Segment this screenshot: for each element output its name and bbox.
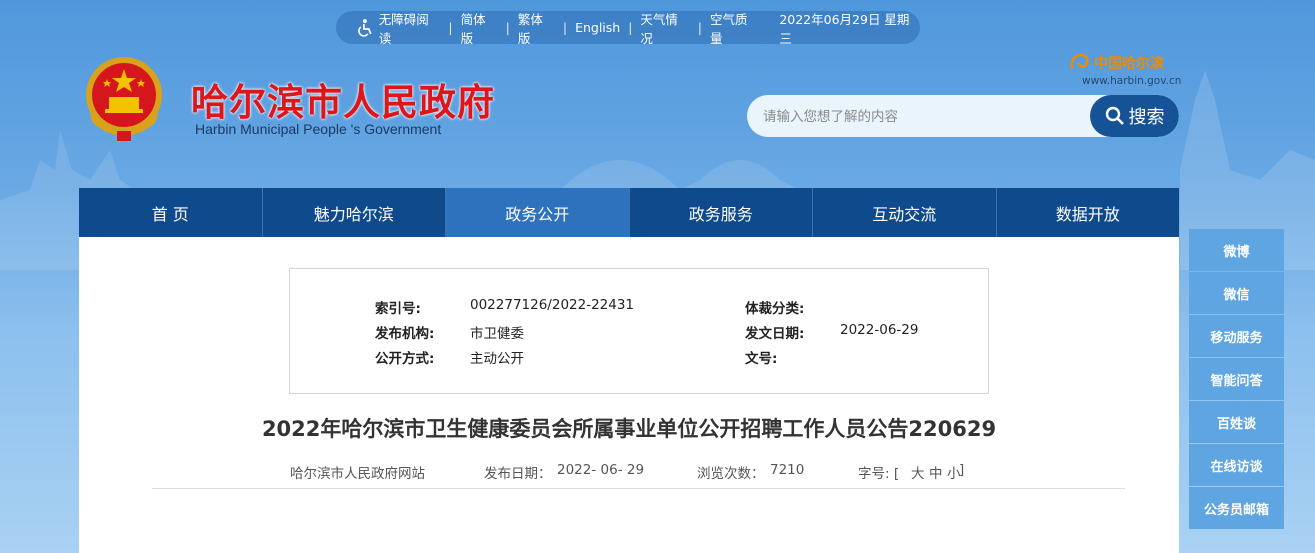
disclosure-value: 主动公开 xyxy=(470,351,524,367)
search-box: 搜索 xyxy=(747,95,1179,137)
pub-date-value: 2022- 06- 29 xyxy=(557,462,645,478)
separator: | xyxy=(697,20,702,35)
issue-date-label: 发文日期: xyxy=(745,326,805,342)
current-date: 2022年06月29日 星期三 xyxy=(779,11,910,46)
article-title: 2022年哈尔滨市卫生健康委员会所属事业单位公开招聘工作人员公告220629 xyxy=(261,417,997,441)
nav-item-charm-harbin[interactable]: 魅力哈尔滨 xyxy=(263,188,446,237)
issue-date-value: 2022-06-29 xyxy=(840,322,919,338)
search-button[interactable]: 搜索 xyxy=(1090,95,1179,137)
disclosure-label: 公开方式: xyxy=(375,351,435,367)
traditional-chinese-link[interactable]: 繁体版 xyxy=(518,9,555,47)
nav-item-government-affairs[interactable]: 政务公开 xyxy=(446,188,630,237)
weather-link[interactable]: 天气情况 xyxy=(640,9,689,47)
national-emblem-logo xyxy=(86,57,162,141)
views-label: 浏览次数： xyxy=(697,466,765,482)
category-label: 体裁分类: xyxy=(745,301,805,317)
font-size-close-bracket: ] xyxy=(959,462,965,478)
simplified-chinese-link[interactable]: 简体版 xyxy=(461,9,498,47)
document-meta-table: 索引号: 002277126/2022-22431 体裁分类: 发布机构: 市卫… xyxy=(289,268,989,394)
font-size-label: 字号: [ xyxy=(858,466,900,482)
nav-item-open-data[interactable]: 数据开放 xyxy=(997,188,1180,237)
nav-item-interaction[interactable]: 互动交流 xyxy=(813,188,997,237)
separator: | xyxy=(505,20,510,35)
side-item-public-talk[interactable]: 百姓谈 xyxy=(1189,401,1284,443)
brand-logo-text: 中国哈尔滨 xyxy=(1094,56,1164,72)
english-link[interactable]: English xyxy=(575,20,620,35)
harbin-brand-logo[interactable]: 中国哈尔滨 www.harbin.gov.cn xyxy=(1068,53,1182,87)
brand-url: www.harbin.gov.cn xyxy=(1082,75,1182,87)
search-icon xyxy=(1105,106,1124,125)
side-float-menu: 微博 微信 移动服务 智能问答 百姓谈 在线访谈 公务员邮箱 xyxy=(1189,229,1284,530)
accessible-reading-link[interactable]: 无障碍阅读 xyxy=(379,9,441,47)
article-source: 哈尔滨市人民政府网站 xyxy=(290,466,425,482)
nav-item-home[interactable]: 首 页 xyxy=(79,188,263,237)
views-count: 7210 xyxy=(770,462,805,478)
site-subtitle: Harbin Municipal People 's Government xyxy=(195,121,442,137)
accessibility-icon[interactable] xyxy=(354,18,374,38)
index-label: 索引号: xyxy=(375,301,421,317)
main-nav: 首 页 魅力哈尔滨 政务公开 政务服务 互动交流 数据开放 xyxy=(79,188,1179,237)
doc-number-label: 文号: xyxy=(745,351,778,367)
separator: | xyxy=(562,20,568,35)
side-item-wechat[interactable]: 微信 xyxy=(1189,272,1284,314)
side-item-online-interview[interactable]: 在线访谈 xyxy=(1189,444,1284,486)
separator: | xyxy=(448,20,453,35)
nav-item-government-services[interactable]: 政务服务 xyxy=(630,188,813,237)
publisher-value: 市卫健委 xyxy=(470,326,524,342)
separator: | xyxy=(628,20,633,35)
utility-bar: 无障碍阅读 | 简体版 | 繁体版 | English | 天气情况 | 空气质… xyxy=(336,9,920,47)
content-panel: 索引号: 002277126/2022-22431 体裁分类: 发布机构: 市卫… xyxy=(79,237,1179,553)
side-item-weibo[interactable]: 微博 xyxy=(1189,229,1284,271)
side-item-mobile-service[interactable]: 移动服务 xyxy=(1189,315,1284,357)
publisher-label: 发布机构: xyxy=(375,326,435,342)
air-quality-link[interactable]: 空气质量 xyxy=(710,9,759,47)
font-size-large[interactable]: 大 xyxy=(911,462,925,482)
divider xyxy=(152,488,1125,489)
pub-date-label: 发布日期： xyxy=(484,466,552,482)
index-value: 002277126/2022-22431 xyxy=(470,297,635,313)
side-item-smart-qa[interactable]: 智能问答 xyxy=(1189,358,1284,400)
site-title: 哈尔滨市人民政府 xyxy=(191,80,495,124)
search-button-label: 搜索 xyxy=(1128,107,1165,128)
side-item-civil-servant-mail[interactable]: 公务员邮箱 xyxy=(1189,487,1284,529)
search-input[interactable] xyxy=(747,95,1105,137)
font-size-medium[interactable]: 中 xyxy=(929,462,943,482)
swirl-logo-icon xyxy=(1070,53,1089,70)
